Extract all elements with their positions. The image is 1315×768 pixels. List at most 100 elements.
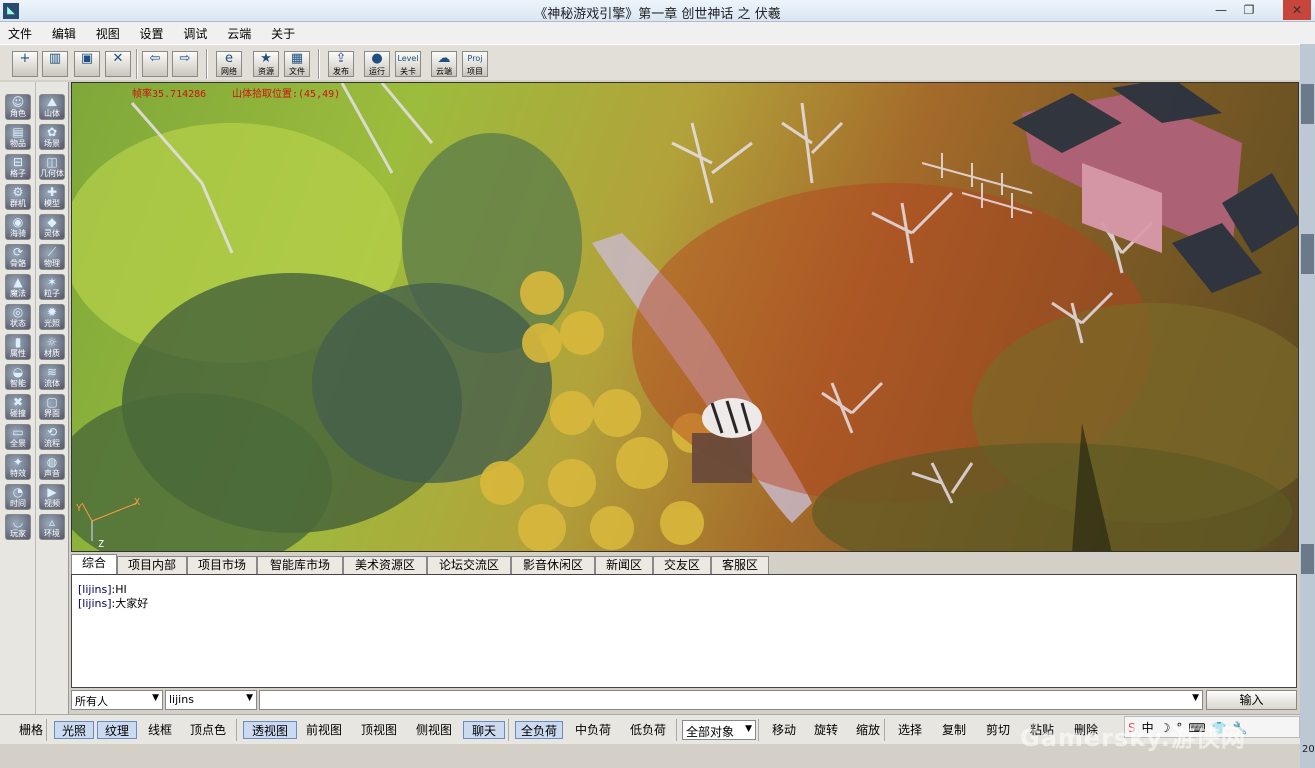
new-button[interactable]: + [12,51,38,77]
palette-label: 声音 [44,469,60,478]
palette-video-button[interactable]: ▶ 视频 [39,484,65,510]
palette-environment-button[interactable]: ▵ 环境 [39,514,65,540]
menu-cloud[interactable]: 云端 [219,22,259,45]
palette-sound-button[interactable]: ◍ 声音 [39,454,65,480]
minimize-button[interactable]: — [1207,0,1235,20]
cloud-icon: ☁ [437,51,451,66]
close-window-button[interactable]: ✕ [1283,0,1311,20]
palette-effect-button[interactable]: ✦ 特效 [5,454,31,480]
tab-7[interactable]: 新闻区 [595,556,653,574]
palette-model-button[interactable]: ✚ 模型 [39,184,65,210]
save-button[interactable]: ▣ [74,51,100,77]
toggle-7[interactable]: 顶视图 [355,721,403,739]
toggle-3[interactable]: 线框 [140,721,180,739]
fluid-icon: ≋ [46,365,58,379]
palette-player-button[interactable]: ◡ 玩家 [5,514,31,540]
menu-edit[interactable]: 编辑 [44,22,84,45]
palette-item-button[interactable]: ▤ 物品 [5,124,31,150]
palette-skeleton-button[interactable]: ⟳ 骨骼 [5,244,31,270]
tab-5[interactable]: 论坛交流区 [427,556,511,574]
toggle-6[interactable]: 前视图 [300,721,348,739]
palette-lighting-button[interactable]: ✹ 光照 [39,304,65,330]
send-button[interactable]: 输入 [1206,690,1297,710]
resource-button[interactable]: ★ 资源 [253,51,279,77]
level-button[interactable]: Level 关卡 [395,51,421,77]
title-bar: ◣ 《神秘游戏引擎》第一章 创世神话 之 伏羲 — ❐ ✕ [0,0,1315,22]
tab-0[interactable]: 综合 [71,554,117,574]
palette-crowd-button[interactable]: ⚙ 群机 [5,184,31,210]
palette-label: 材质 [44,349,60,358]
toggle-17[interactable]: 复制 [936,721,972,739]
toggle-4[interactable]: 顶点色 [184,721,232,739]
file-button[interactable]: ▦ 文件 [284,51,310,77]
tab-8[interactable]: 交友区 [653,556,711,574]
toolbar-separator [136,49,138,79]
palette-panorama-button[interactable]: ▭ 全景 [5,424,31,450]
tab-3[interactable]: 智能库市场 [257,556,343,574]
tab-9[interactable]: 客服区 [711,556,769,574]
toggle-5[interactable]: 透视图 [243,721,297,739]
toggle-16[interactable]: 选择 [892,721,928,739]
axis-y-label: Y [76,503,83,514]
palette-attribute-button[interactable]: ▮ 属性 [5,334,31,360]
menu-debug[interactable]: 调试 [175,22,215,45]
toggle-14[interactable]: 旋转 [808,721,844,739]
palette-collision-button[interactable]: ✖ 碰撞 [5,394,31,420]
tab-2[interactable]: 项目市场 [187,556,257,574]
palette-material-button[interactable]: ☼ 材质 [39,334,65,360]
palette-scene-button[interactable]: ✿ 场景 [39,124,65,150]
back-button[interactable]: ⇦ [142,51,168,77]
palette-ui-button[interactable]: ▢ 界面 [39,394,65,420]
palette-fluid-button[interactable]: ≋ 流体 [39,364,65,390]
palette-grid-button[interactable]: ⊟ 格子 [5,154,31,180]
model-icon: ✚ [46,185,58,199]
forward-button[interactable]: ⇨ [172,51,198,77]
taskbar-clock: 20 [1302,744,1315,755]
tab-1[interactable]: 项目内部 [117,556,187,574]
scene-viewport[interactable]: 帧率35.714286 山体拾取位置:(45,49) X Y Z [71,82,1299,552]
publish-button[interactable]: ⇪ 发布 [328,51,354,77]
open-button[interactable]: ▥ [42,51,68,77]
network-button[interactable]: e 网络 [216,51,242,77]
maximize-button[interactable]: ❐ [1235,0,1263,20]
toggle-2[interactable]: 纹理 [97,721,137,739]
palette-state-button[interactable]: ◎ 状态 [5,304,31,330]
run-button[interactable]: ● 运行 [364,51,390,77]
toggle-13[interactable]: 移动 [766,721,802,739]
toggle-12[interactable]: 低负荷 [624,721,672,739]
user-select[interactable]: lijins ▼ [165,690,257,710]
palette-geometry-button[interactable]: ◫ 几何体 [39,154,65,180]
menu-settings[interactable]: 设置 [132,22,172,45]
palette-time-button[interactable]: ◔ 时间 [5,484,31,510]
palette-ai-button[interactable]: ◒ 智能 [5,364,31,390]
palette-spirit-button[interactable]: ◆ 灵体 [39,214,65,240]
palette-physics-button[interactable]: ⟋ 物理 [39,244,65,270]
toggle-10[interactable]: 全负荷 [515,721,563,739]
toggle-1[interactable]: 光照 [54,721,94,739]
tab-6[interactable]: 影音休闲区 [511,556,595,574]
palette-mount-button[interactable]: ◉ 海骑 [5,214,31,240]
menu-file[interactable]: 文件 [0,22,40,45]
toggle-18[interactable]: 剪切 [980,721,1016,739]
ai-icon: ◒ [12,365,24,379]
palette-magic-button[interactable]: ▲ 魔法 [5,274,31,300]
palette-particle-button[interactable]: ✶ 粒子 [39,274,65,300]
menu-about[interactable]: 关于 [263,22,303,45]
level-label: 关卡 [400,67,416,76]
object-filter-select[interactable]: 全部对象 ▼ [682,720,756,740]
project-button[interactable]: Proj 项目 [462,51,488,77]
palette-terrain-button[interactable]: ⛰ 山体 [39,94,65,120]
close-file-button[interactable]: ✕ [105,51,131,77]
toggle-0[interactable]: 栅格 [12,721,50,739]
message-input[interactable]: ▼ [259,690,1203,710]
toggle-15[interactable]: 缩放 [850,721,886,739]
menu-view[interactable]: 视图 [88,22,128,45]
tab-4[interactable]: 美术资源区 [343,556,427,574]
toggle-8[interactable]: 侧视图 [410,721,458,739]
toggle-11[interactable]: 中负荷 [569,721,617,739]
palette-character-button[interactable]: ☺ 角色 [5,94,31,120]
cloud-button[interactable]: ☁ 云端 [431,51,457,77]
recipient-select[interactable]: 所有人 ▼ [71,690,163,710]
palette-flow-button[interactable]: ⟲ 流程 [39,424,65,450]
toggle-9[interactable]: 聊天 [463,721,505,739]
